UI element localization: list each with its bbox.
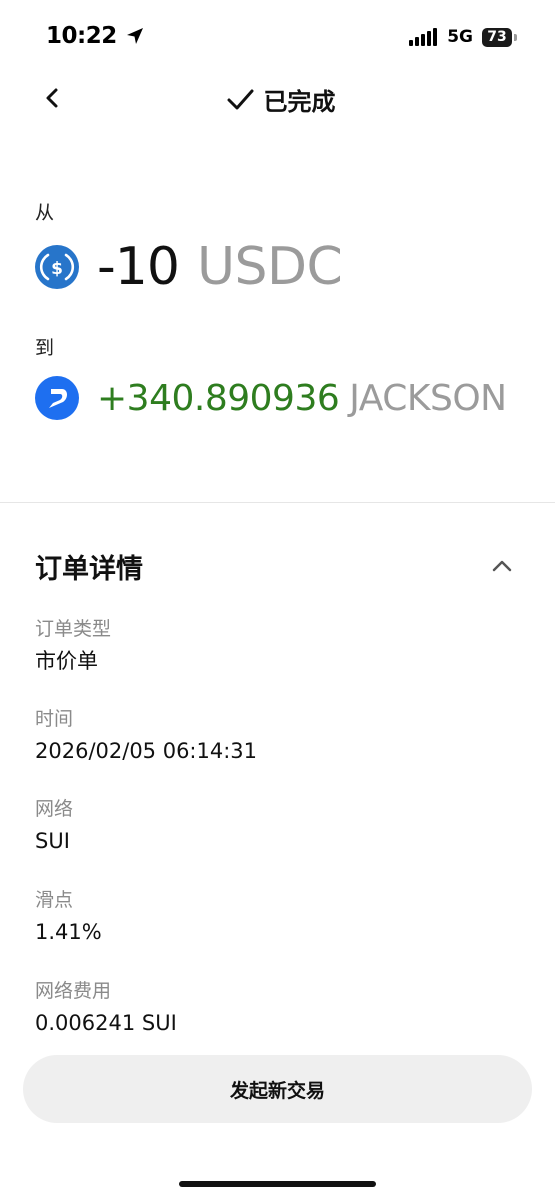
detail-value: 2026/02/05 06:14:31 bbox=[35, 739, 258, 763]
detail-network: 网络 SUI bbox=[35, 797, 73, 855]
detail-label: 网络费用 bbox=[35, 980, 112, 1002]
detail-label: 滑点 bbox=[35, 889, 74, 911]
from-label: 从 bbox=[35, 202, 55, 224]
detail-order-type: 订单类型 市价单 bbox=[35, 617, 111, 675]
from-amount: -10 bbox=[97, 237, 180, 297]
jackson-token-icon bbox=[35, 376, 79, 420]
status-time-text: 10:22 bbox=[46, 23, 117, 49]
header: 已完成 bbox=[0, 72, 555, 124]
header-title-group: 已完成 bbox=[0, 82, 555, 117]
checkmark-icon bbox=[227, 89, 253, 109]
from-amount-row: $ -10 USDC bbox=[35, 237, 343, 297]
status-indicators: 5G 73 bbox=[409, 24, 517, 50]
detail-value: 0.006241 SUI bbox=[35, 1011, 177, 1035]
home-indicator bbox=[179, 1181, 376, 1187]
detail-network-fee: 网络费用 0.006241 SUI bbox=[35, 979, 177, 1037]
to-amount-row: +340.890936 JACKSON bbox=[35, 376, 507, 420]
to-amount: +340.890936 bbox=[97, 377, 340, 419]
battery-level: 73 bbox=[487, 29, 507, 45]
status-bar: 10:22 5G 73 bbox=[0, 0, 555, 72]
battery-tip bbox=[514, 33, 517, 41]
section-divider bbox=[0, 502, 555, 503]
detail-slippage: 滑点 1.41% bbox=[35, 888, 102, 946]
detail-value: SUI bbox=[35, 829, 70, 853]
detail-value: 1.41% bbox=[35, 920, 102, 944]
svg-text:$: $ bbox=[51, 259, 63, 279]
collapse-button[interactable] bbox=[489, 553, 515, 579]
to-symbol: JACKSON bbox=[349, 377, 507, 419]
to-label: 到 bbox=[35, 337, 55, 359]
dollar-icon: $ bbox=[39, 253, 75, 281]
detail-label: 网络 bbox=[35, 798, 74, 820]
jackson-logo-icon bbox=[49, 389, 68, 408]
signal-icon bbox=[409, 28, 438, 46]
location-arrow-icon bbox=[126, 28, 143, 44]
from-symbol: USDC bbox=[196, 237, 343, 297]
detail-label: 订单类型 bbox=[35, 618, 112, 640]
chevron-up-icon bbox=[492, 560, 512, 572]
detail-label: 时间 bbox=[35, 708, 74, 730]
status-time: 10:22 bbox=[46, 23, 145, 49]
order-details-title: 订单详情 bbox=[35, 554, 143, 585]
page-title: 已完成 bbox=[263, 88, 336, 116]
battery-icon: 73 bbox=[482, 27, 512, 47]
detail-time: 时间 2026/02/05 06:14:31 bbox=[35, 707, 257, 765]
new-trade-button[interactable]: 发起新交易 bbox=[23, 1055, 532, 1123]
detail-value: 市价单 bbox=[35, 649, 98, 673]
network-type: 5G bbox=[447, 27, 473, 47]
usdc-token-icon: $ bbox=[35, 245, 79, 289]
